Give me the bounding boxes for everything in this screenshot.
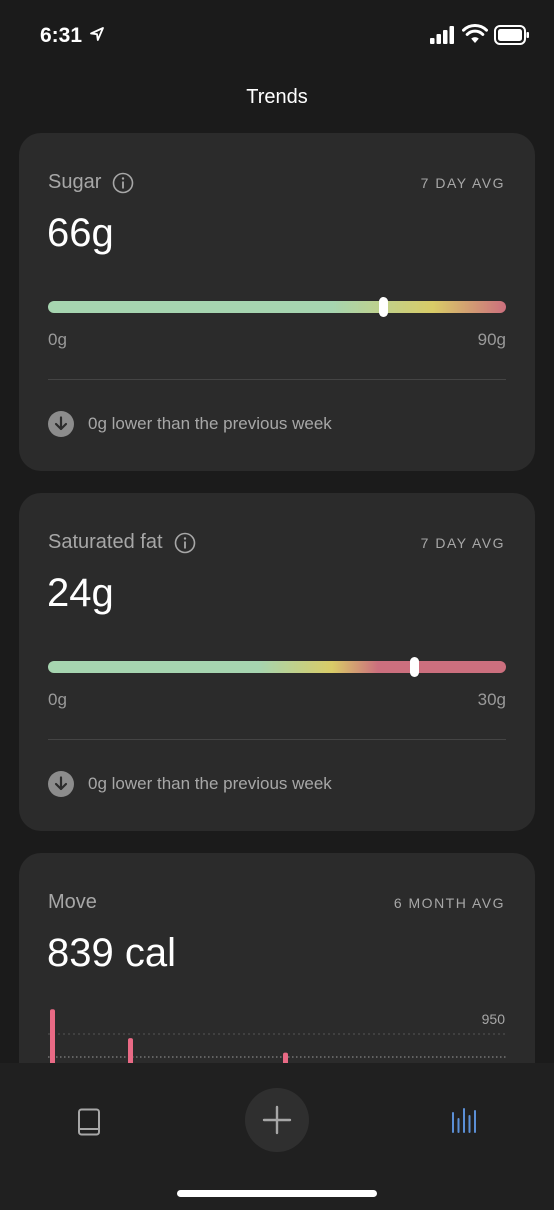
battery-icon (494, 25, 529, 45)
divider (48, 379, 506, 380)
change-text: 0g lower than the previous week (88, 414, 332, 433)
move-bar-chart (48, 1009, 508, 1065)
avg-period-label: 6 MONTH AVG (393, 895, 505, 911)
page-title: Trends (246, 86, 308, 108)
status-bar: 6:31 (0, 0, 554, 70)
book-icon[interactable] (77, 1108, 101, 1136)
range-bar (48, 657, 506, 677)
range-max-label: 30g (477, 690, 506, 709)
bar-chart-icon[interactable] (451, 1107, 479, 1133)
tab-bar (0, 1063, 554, 1210)
add-button[interactable] (245, 1088, 309, 1152)
arrow-down-circle-icon (48, 411, 74, 437)
range-min-label: 0g (48, 690, 67, 709)
home-indicator (177, 1190, 377, 1197)
card-value: 66g (47, 211, 114, 255)
sugar-card[interactable]: Sugar 7 DAY AVG 66g 0g 90g 0g lower than… (19, 133, 535, 471)
range-max-label: 90g (477, 330, 506, 349)
info-icon[interactable] (112, 172, 134, 194)
status-time: 6:31 (40, 24, 83, 47)
card-title: Move (48, 891, 97, 913)
card-title: Sugar (48, 171, 102, 193)
card-value: 24g (47, 571, 114, 615)
range-min-label: 0g (48, 330, 67, 349)
arrow-down-circle-icon (48, 771, 74, 797)
location-arrow-icon (90, 27, 104, 41)
card-value: 839 cal (47, 931, 176, 975)
divider (48, 739, 506, 740)
range-marker (379, 297, 389, 317)
avg-period-label: 7 DAY AVG (420, 175, 505, 191)
info-icon[interactable] (174, 532, 196, 554)
wifi-icon (462, 24, 488, 43)
card-title: Saturated fat (48, 531, 163, 553)
plus-icon (262, 1105, 292, 1135)
saturated-fat-card[interactable]: Saturated fat 7 DAY AVG 24g 0g 30g 0g lo… (19, 493, 535, 831)
change-summary: 0g lower than the previous week (48, 771, 332, 797)
chart-bar (50, 1009, 55, 1065)
change-text: 0g lower than the previous week (88, 774, 332, 793)
chart-bar (128, 1038, 133, 1065)
range-marker (409, 657, 419, 677)
range-bar (48, 297, 506, 317)
cellular-signal-icon (430, 26, 454, 44)
avg-period-label: 7 DAY AVG (420, 535, 505, 551)
change-summary: 0g lower than the previous week (48, 411, 332, 437)
